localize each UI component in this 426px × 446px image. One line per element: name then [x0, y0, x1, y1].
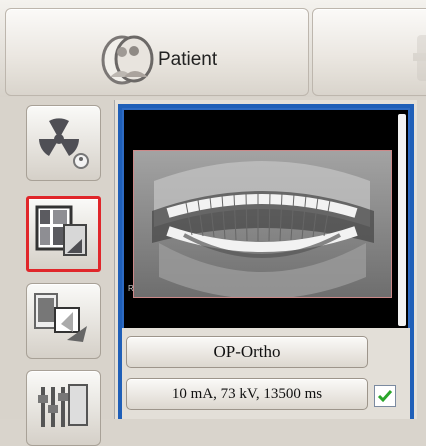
tool-sidebar — [0, 97, 110, 446]
scrollbar[interactable] — [398, 114, 406, 326]
panoramic-xray-preview — [133, 150, 392, 298]
program-mode-button[interactable]: OP-Ortho — [126, 336, 368, 368]
radiation-button[interactable] — [26, 105, 101, 181]
device-icon — [413, 35, 426, 81]
settings-button[interactable] — [26, 370, 101, 446]
enabled-checkbox[interactable] — [374, 385, 396, 407]
layout-grid-icon — [35, 205, 87, 256]
image-transfer-icon — [34, 293, 87, 342]
patient-tab-label: Patient — [158, 49, 218, 70]
radiation-icon — [39, 118, 89, 169]
next-tab[interactable] — [312, 8, 426, 96]
layout-button[interactable] — [26, 196, 101, 272]
patient-tab[interactable]: Patient — [5, 8, 309, 96]
top-toolbar: Patient — [0, 0, 426, 97]
sliders-icon — [38, 384, 88, 427]
side-marker: R — [128, 284, 134, 293]
check-icon — [377, 390, 393, 403]
exposure-params-button[interactable]: 10 mA, 73 kV, 13500 ms — [126, 378, 368, 410]
patients-icon — [101, 35, 154, 85]
image-transfer-button[interactable] — [26, 283, 101, 359]
